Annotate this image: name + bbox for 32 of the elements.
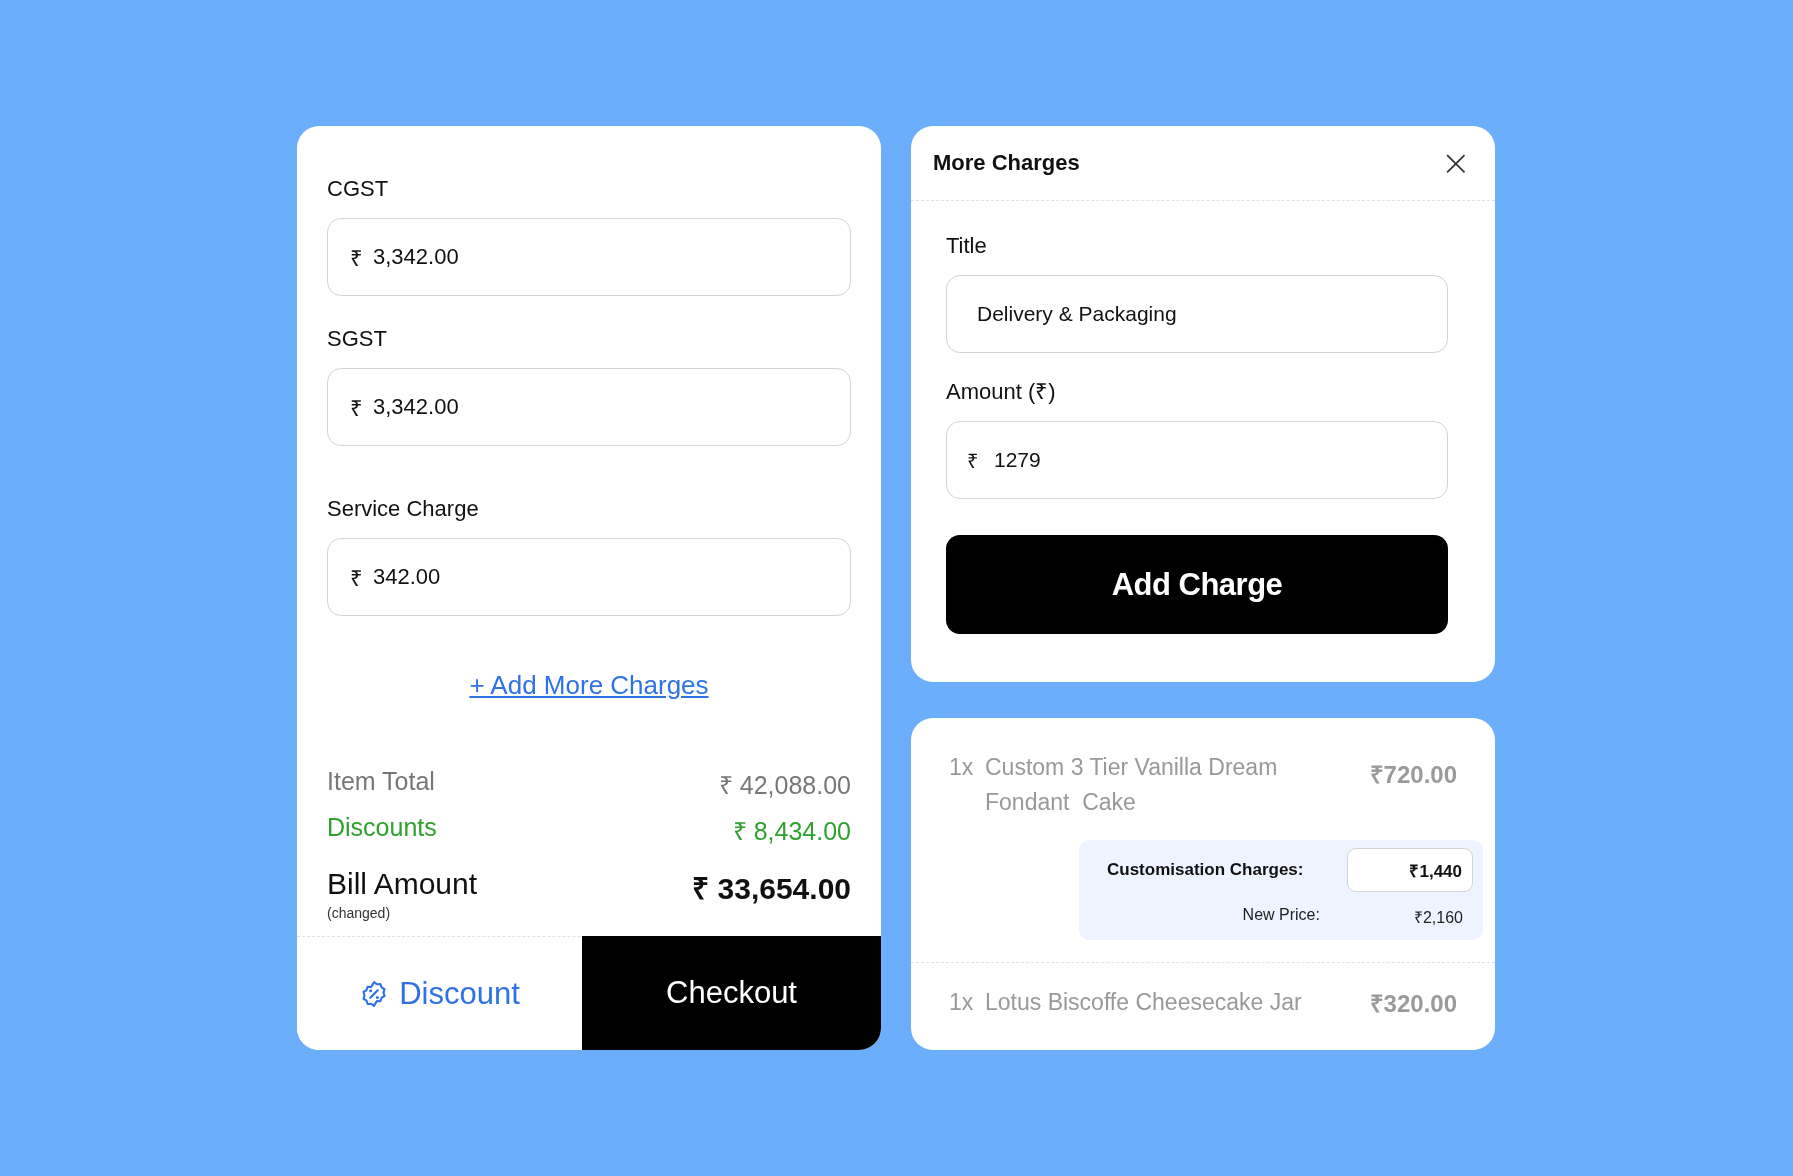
item-price: ₹720.00 [1369,760,1457,790]
input-field[interactable]: ₹ 342.00 [327,538,851,616]
new-price-label: New Price: [1242,906,1320,925]
customisation-label: Customisation Charges: [1107,860,1304,880]
add-more-charges-link[interactable]: + Add More Charges [469,670,709,701]
summary-amount: ₹ 42,088.00 [718,770,851,801]
field-label: Service Charge [327,496,479,522]
field-label: Amount (₹) [946,378,1056,405]
field-label: Title [946,233,987,259]
customisation-input-field[interactable]: ₹1,440 [1347,848,1473,892]
field-label: CGST [327,176,389,202]
add-charge-button[interactable]: Add Charge [946,535,1448,634]
amount-input-field[interactable]: ₹ 1279 [946,421,1448,499]
item-quantity: 1x [949,988,975,1017]
summary-note: (changed) [327,905,391,921]
checkout-button[interactable]: Checkout [582,935,881,1050]
close-button[interactable]: × [1436,145,1475,181]
input-field[interactable]: ₹ 3,342.00 [327,218,851,296]
item-name: Custom 3 Tier Vanilla Dream Fondant Cake [985,753,1279,817]
summary-label: Item Total [327,767,435,796]
summary-amount: ₹ 33,654.00 [692,871,851,907]
item-quantity: 1x [949,753,975,782]
summary-amount: ₹ 8,434.00 [732,816,851,847]
item-price: ₹320.00 [1369,989,1457,1019]
item-name: Lotus Biscoffe Cheesecake Jar [985,988,1303,1017]
title-input-field[interactable]: Delivery & Packaging [946,275,1448,353]
input-field[interactable]: ₹ 3,342.00 [327,368,851,446]
dialog-title: More Charges [933,150,1080,176]
summary-label: Discounts [327,813,437,842]
summary-label: Bill Amount [327,867,478,901]
new-price-value: ₹2,160 [1413,908,1463,928]
field-label: SGST [327,326,387,352]
